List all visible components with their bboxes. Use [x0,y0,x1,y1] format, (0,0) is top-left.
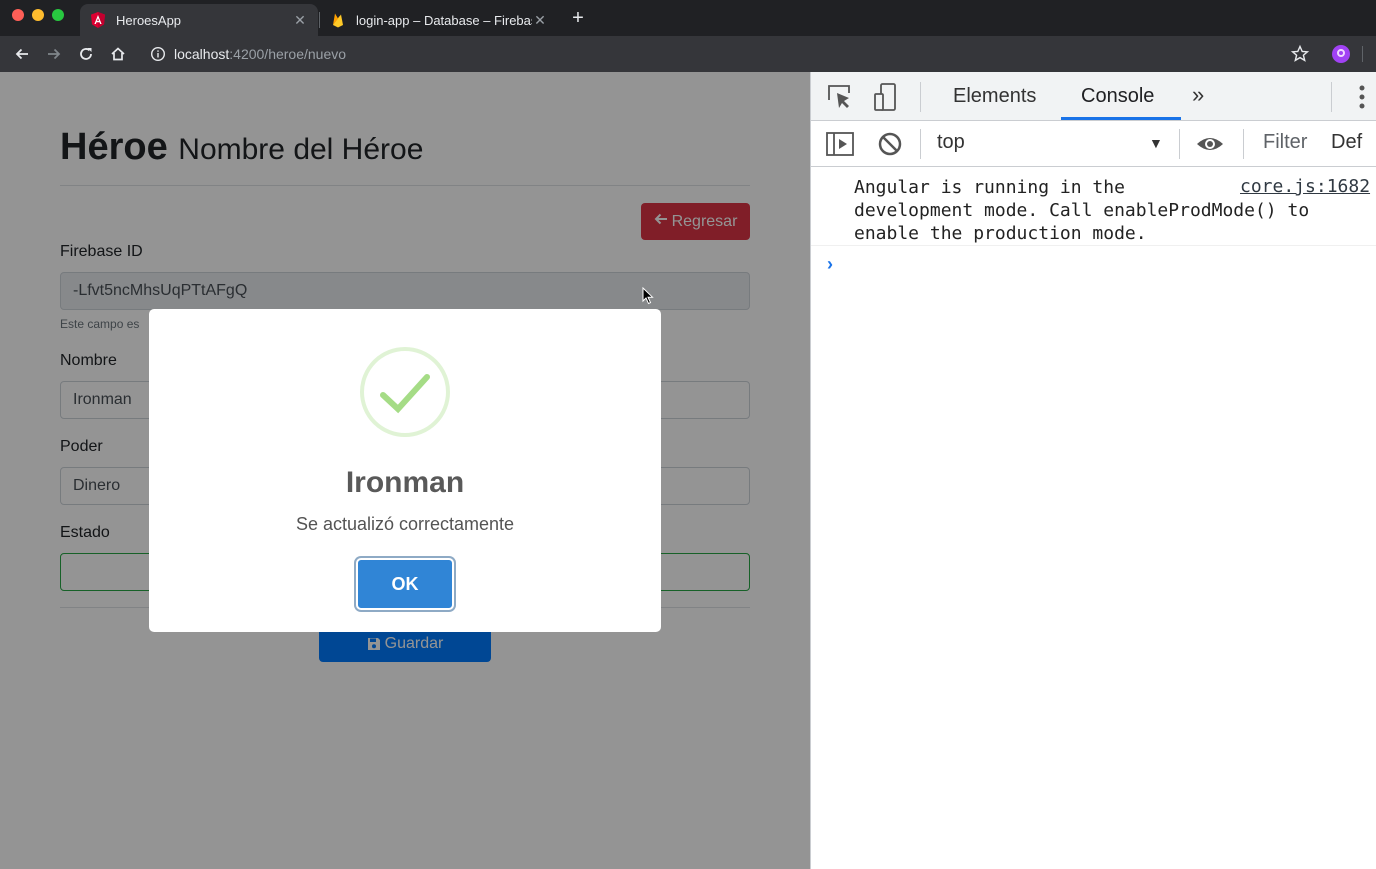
browser-tab-bar: HeroesApp ✕ login-app – Database – Fireb… [0,0,1376,36]
close-window-button[interactable] [12,9,24,21]
live-expression-eye-icon[interactable] [1195,129,1225,159]
console-toolbar: top ▼ Filter Def [811,121,1376,167]
home-icon[interactable] [106,42,130,66]
tab-console[interactable]: Console [1081,72,1154,121]
minimize-window-button[interactable] [32,9,44,21]
console-log-message: Angular is running in the development mo… [854,177,1310,244]
success-dialog: Ironman Se actualizó correctamente OK [149,309,661,632]
bookmark-star-icon[interactable] [1290,44,1310,64]
tab-elements[interactable]: Elements [953,72,1036,121]
back-arrow-icon[interactable] [10,42,34,66]
divider [1243,129,1244,159]
info-icon[interactable] [150,46,166,62]
divider [1179,129,1180,159]
success-check-icon [360,347,450,437]
show-sidebar-icon[interactable] [825,129,855,159]
devtools-panel: Elements Console » top ▼ Filter Def Angu… [810,72,1376,869]
url-host: localhost [174,46,230,62]
forward-arrow-icon[interactable] [42,42,66,66]
mouse-cursor-icon [642,287,654,305]
dialog-title: Ironman [345,466,465,499]
console-prompt-icon[interactable]: › [827,254,833,275]
toolbar-divider [1362,46,1363,62]
tab-firebase[interactable]: login-app – Database – Firebase ✕ [320,4,558,36]
tab-title: login-app – Database – Firebase [356,12,532,28]
more-options-icon[interactable] [1359,84,1365,110]
address-bar[interactable]: localhost:4200/heroe/nuevo [140,40,1320,68]
active-tab-indicator [1061,117,1181,120]
tab-title: HeroesApp [116,12,182,28]
clear-console-icon[interactable] [875,129,905,159]
console-filter-input[interactable]: Filter [1263,131,1307,154]
divider [1331,82,1332,112]
log-levels-dropdown[interactable]: Def [1331,131,1362,154]
tab-heroesapp[interactable]: HeroesApp ✕ [80,4,318,36]
inspect-element-icon[interactable] [825,82,855,112]
url-path: :4200/heroe/nuevo [229,46,347,62]
reload-icon[interactable] [74,42,98,66]
dropdown-arrow-icon[interactable]: ▼ [1149,135,1163,151]
console-log-row: Angular is running in the development mo… [811,168,1376,246]
context-selector[interactable]: top [937,131,965,154]
device-toolbar-icon[interactable] [871,82,901,112]
maximize-window-button[interactable] [52,9,64,21]
console-log-source-link[interactable]: core.js:1682 [1240,176,1370,197]
dialog-message: Se actualizó correctamente [295,514,515,534]
web-page: Héroe Nombre del Héroe Regresar Firebase… [0,72,810,869]
ok-button[interactable]: OK [356,558,454,610]
angular-icon [90,12,106,28]
divider [920,82,921,112]
firebase-icon [330,12,346,28]
tab-close-icon[interactable]: ✕ [532,12,548,29]
new-tab-button[interactable]: + [566,8,590,30]
divider [920,129,921,159]
devtools-tab-bar: Elements Console » [811,72,1376,121]
tab-close-icon[interactable]: ✕ [292,12,308,29]
profile-avatar[interactable] [1332,45,1350,63]
more-tabs-icon[interactable]: » [1192,82,1204,108]
browser-toolbar: localhost:4200/heroe/nuevo [0,36,1376,72]
